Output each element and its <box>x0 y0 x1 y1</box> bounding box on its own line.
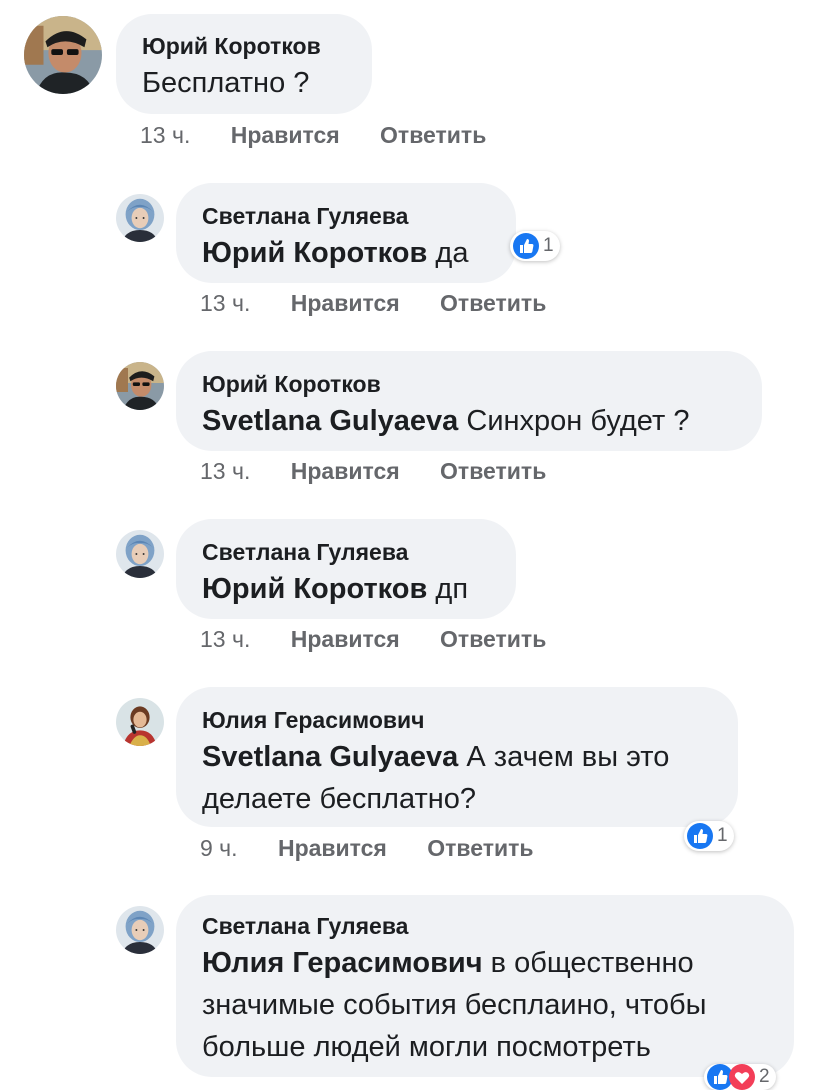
like-button[interactable]: Нравится <box>291 626 400 652</box>
comment-bubble: Светлана Гуляева Юлия Герасимович в обще… <box>176 895 794 1077</box>
comment-author[interactable]: Светлана Гуляева <box>202 913 794 940</box>
comment-mention[interactable]: Юрий Коротков <box>202 237 427 269</box>
avatar[interactable] <box>116 906 164 954</box>
reactions-summary[interactable]: 1 <box>510 231 560 261</box>
comment-bubble: Юрий Коротков Svetlana Gulyaeva Синхрон … <box>176 351 762 451</box>
comment-text: Svetlana Gulyaeva Синхрон будет ? <box>202 400 762 442</box>
comment-text: Юлия Герасимович в общественно значимые … <box>202 942 794 1068</box>
reaction-count: 2 <box>759 1066 770 1087</box>
comment-mention[interactable]: Svetlana Gulyaeva <box>202 741 458 773</box>
comment-text: Юрий Коротков да <box>202 232 516 274</box>
avatar[interactable] <box>116 530 164 578</box>
comment-text-line: значимые события бесплаино, чтобы <box>202 989 707 1021</box>
comment-meta: 13 ч. Нравится Ответить <box>140 122 486 149</box>
avatar-man-sunglasses-icon <box>24 16 102 94</box>
reply-button[interactable]: Ответить <box>380 122 486 148</box>
avatar-woman-blue-hair-icon <box>116 906 164 954</box>
comment-text-body: дп <box>435 573 469 605</box>
comment-text-body: да <box>435 237 469 269</box>
reply-button[interactable]: Ответить <box>440 626 546 652</box>
reactions-summary[interactable]: 1 <box>684 821 734 851</box>
comment-mention[interactable]: Svetlana Gulyaeva <box>202 405 458 437</box>
comment-text: Бесплатно ? <box>142 62 372 104</box>
comment-text-line: делаете бесплатно? <box>202 783 477 815</box>
reply-button[interactable]: Ответить <box>440 290 546 316</box>
comment-author[interactable]: Юлия Герасимович <box>202 707 738 734</box>
comment-author[interactable]: Юрий Коротков <box>142 33 372 60</box>
avatar[interactable] <box>116 362 164 410</box>
comment-text-body: Синхрон будет ? <box>466 405 690 437</box>
reaction-count: 1 <box>717 825 728 846</box>
comment-meta: 13 ч. Нравится Ответить <box>200 626 546 653</box>
comment-time[interactable]: 9 ч. <box>200 835 238 861</box>
like-button[interactable]: Нравится <box>291 290 400 316</box>
like-button[interactable]: Нравится <box>231 122 340 148</box>
avatar-woman-blue-hair-icon <box>116 530 164 578</box>
comment-text-line: больше людей могли посмотреть <box>202 1031 651 1063</box>
reactions-summary[interactable]: 2 <box>704 1064 776 1090</box>
comment-text-body: Бесплатно ? <box>142 67 310 99</box>
comment-meta: 9 ч. Нравится Ответить <box>200 835 534 862</box>
comment-time[interactable]: 13 ч. <box>200 290 250 316</box>
comment-author[interactable]: Юрий Коротков <box>202 371 762 398</box>
like-icon <box>513 233 539 259</box>
reply-button[interactable]: Ответить <box>427 835 533 861</box>
like-icon <box>687 823 713 849</box>
comment-text: Svetlana Gulyaeva А зачем вы это делаете… <box>202 736 738 820</box>
comment-author[interactable]: Светлана Гуляева <box>202 203 516 230</box>
comment-meta: 13 ч. Нравится Ответить <box>200 458 546 485</box>
avatar-woman-microphone-icon <box>116 698 164 746</box>
comment-text: Юрий Коротков дп <box>202 568 516 610</box>
comment-meta: 13 ч. Нравится Ответить <box>200 290 546 317</box>
comment-bubble: Светлана Гуляева Юрий Коротков да <box>176 183 516 283</box>
comment-bubble: Светлана Гуляева Юрий Коротков дп <box>176 519 516 619</box>
avatar[interactable] <box>116 698 164 746</box>
comment-bubble: Юлия Герасимович Svetlana Gulyaeva А зач… <box>176 687 738 827</box>
avatar-man-sunglasses-icon <box>116 362 164 410</box>
avatar[interactable] <box>116 194 164 242</box>
like-button[interactable]: Нравится <box>291 458 400 484</box>
comment-mention[interactable]: Юрий Коротков <box>202 573 427 605</box>
comment-time[interactable]: 13 ч. <box>140 122 190 148</box>
avatar-woman-blue-hair-icon <box>116 194 164 242</box>
reaction-count: 1 <box>543 235 554 256</box>
love-icon <box>729 1064 755 1090</box>
comment-time[interactable]: 13 ч. <box>200 458 250 484</box>
like-button[interactable]: Нравится <box>278 835 387 861</box>
comment-bubble: Юрий Коротков Бесплатно ? <box>116 14 372 114</box>
comment-time[interactable]: 13 ч. <box>200 626 250 652</box>
reply-button[interactable]: Ответить <box>440 458 546 484</box>
comment-author[interactable]: Светлана Гуляева <box>202 539 516 566</box>
avatar[interactable] <box>24 16 102 94</box>
comment-text-line: в общественно <box>490 947 694 979</box>
comment-text-line: А зачем вы это <box>466 741 670 773</box>
comment-mention[interactable]: Юлия Герасимович <box>202 947 483 979</box>
